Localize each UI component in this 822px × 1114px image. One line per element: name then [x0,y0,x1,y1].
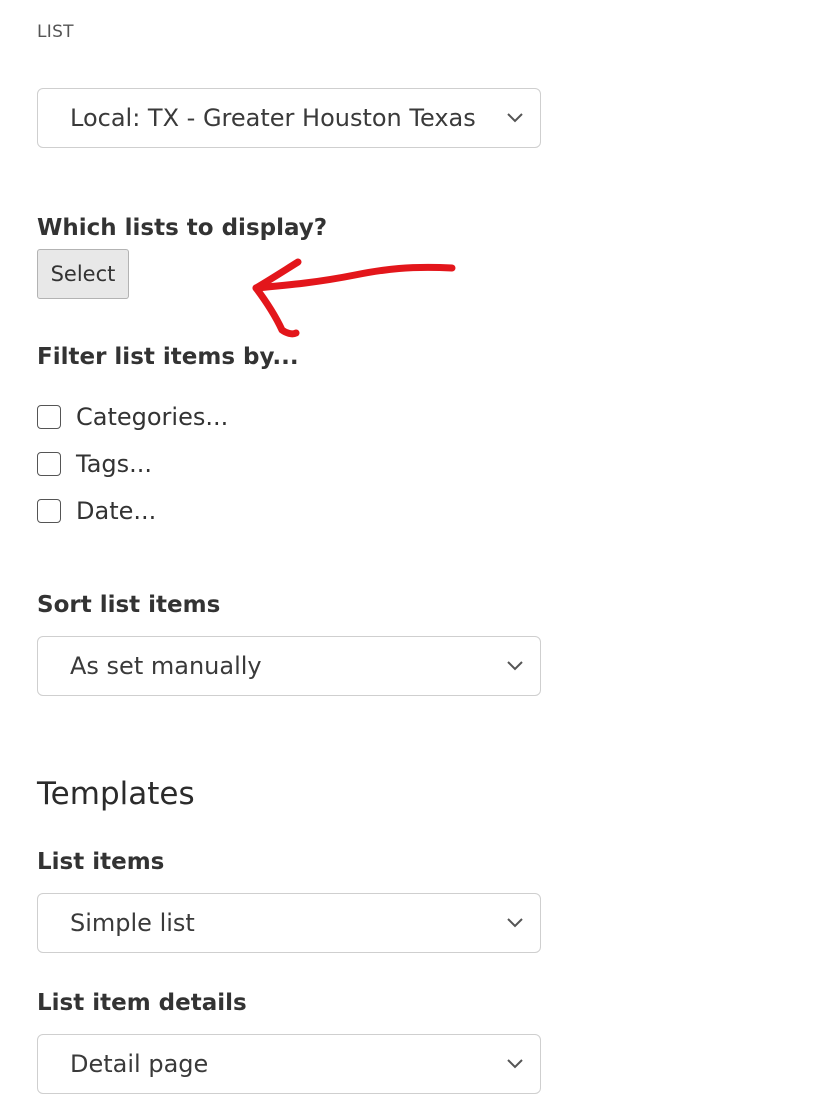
sort-select[interactable]: As set manually [37,636,541,696]
list-items-template-select[interactable]: Simple list [37,893,541,953]
tags-label: Tags... [76,450,153,478]
sort-select-value: As set manually [70,652,262,680]
list-section-label: LIST [37,22,74,42]
date-checkbox[interactable] [37,499,61,523]
templates-heading: Templates [37,776,195,812]
sort-label: Sort list items [37,592,221,618]
filter-option-tags[interactable]: Tags... [37,449,152,479]
list-item-details-label: List item details [37,990,247,1016]
categories-label: Categories... [76,403,229,431]
tags-checkbox[interactable] [37,452,61,476]
list-item-details-select[interactable]: Detail page [37,1034,541,1094]
chevron-down-icon [507,661,523,671]
date-label: Date... [76,497,157,525]
list-select-value: Local: TX - Greater Houston Texas [70,104,476,132]
chevron-down-icon [507,918,523,928]
filter-label: Filter list items by... [37,344,299,370]
list-item-details-value: Detail page [70,1050,209,1078]
categories-checkbox[interactable] [37,405,61,429]
filter-option-date[interactable]: Date... [37,496,156,526]
select-lists-button[interactable]: Select [37,249,129,299]
filter-option-categories[interactable]: Categories... [37,402,228,432]
list-select[interactable]: Local: TX - Greater Houston Texas [37,88,541,148]
chevron-down-icon [507,113,523,123]
list-items-label: List items [37,849,165,875]
list-items-template-value: Simple list [70,909,195,937]
chevron-down-icon [507,1059,523,1069]
display-lists-label: Which lists to display? [37,215,328,241]
red-arrow-annotation [252,258,456,338]
